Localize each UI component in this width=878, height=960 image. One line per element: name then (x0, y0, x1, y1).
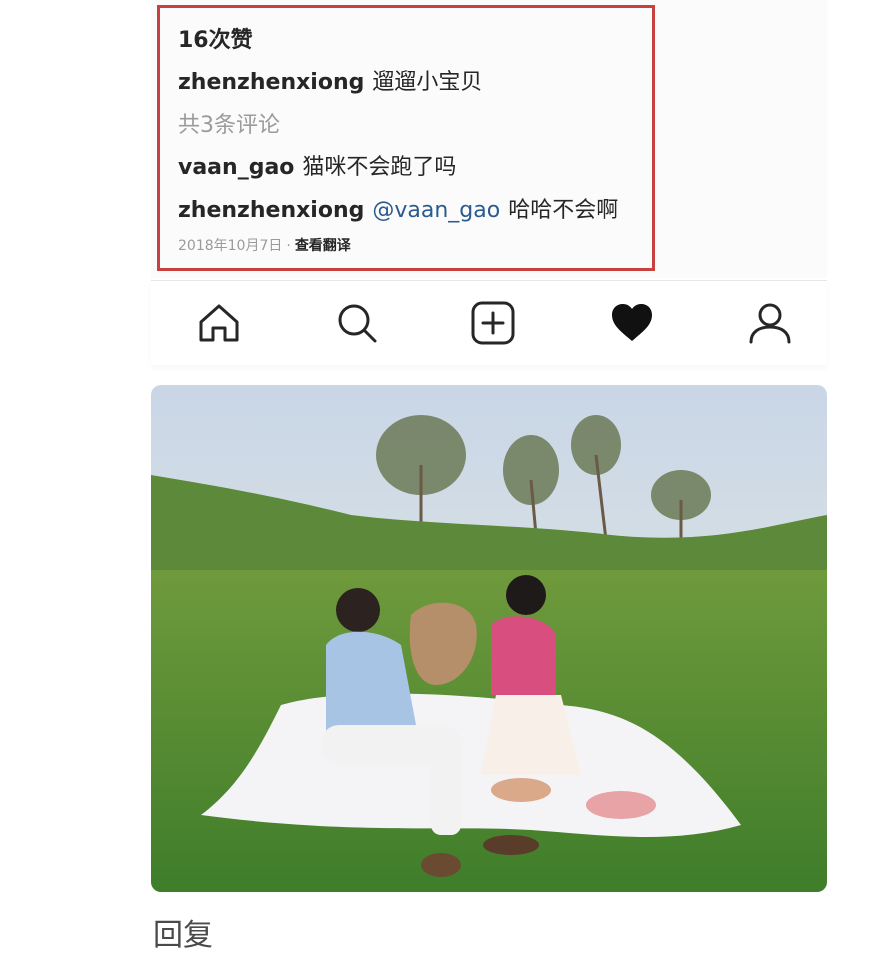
activity-tab[interactable] (608, 299, 656, 347)
home-tab[interactable] (195, 299, 243, 347)
comment-1-username[interactable]: vaan_gao (178, 155, 294, 180)
search-icon (338, 304, 377, 343)
picnic-photo-illustration (151, 385, 827, 892)
comment-2-text: 哈哈不会啊 (508, 198, 619, 223)
home-icon (199, 304, 239, 342)
comment-2-username[interactable]: zhenzhenxiong (178, 198, 364, 223)
caption-username[interactable]: zhenzhenxiong (178, 70, 364, 95)
caption-text: 遛遛小宝贝 (372, 70, 483, 95)
comment-1: vaan_gao 猫咪不会跑了吗 (178, 149, 456, 181)
profile-tab[interactable] (746, 299, 794, 347)
add-post-icon (471, 301, 515, 345)
post-date: 2018年10月7日 (178, 238, 283, 254)
post-meta: 2018年10月7日 · 查看翻译 (178, 235, 351, 255)
caption: zhenzhenxiong 遛遛小宝贝 (178, 64, 482, 96)
comment-1-text: 猫咪不会跑了吗 (302, 155, 457, 180)
bottom-tab-bar (151, 280, 827, 365)
search-tab[interactable] (333, 299, 381, 347)
activity-heart-icon (612, 304, 652, 341)
post-photo[interactable] (151, 385, 827, 892)
see-translation-link[interactable]: 查看翻译 (295, 238, 351, 254)
view-all-comments-link[interactable]: 共3条评论 (178, 107, 280, 139)
comment-2-mention[interactable]: @vaan_gao (372, 198, 500, 223)
likes-count[interactable]: 16次赞 (178, 22, 253, 54)
comment-2: zhenzhenxiong @vaan_gao 哈哈不会啊 (178, 192, 618, 224)
reply-button[interactable]: 回复 (153, 910, 213, 954)
profile-icon (749, 303, 791, 344)
meta-separator: · (286, 238, 291, 254)
new-post-tab[interactable] (469, 299, 517, 347)
